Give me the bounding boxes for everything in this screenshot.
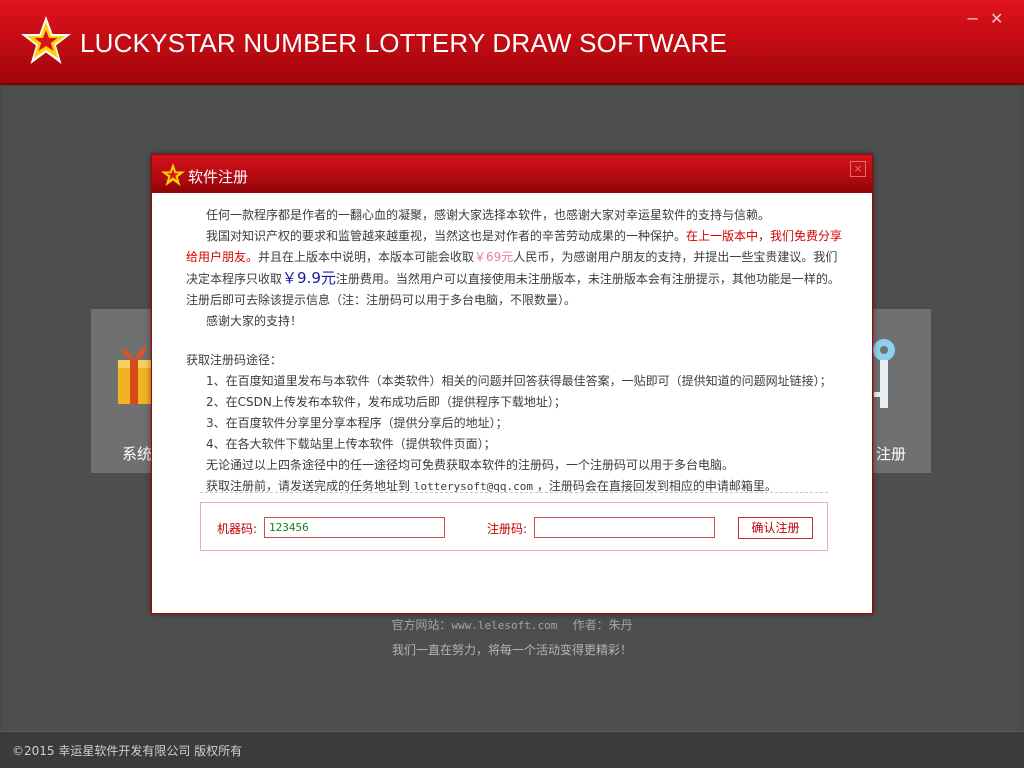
machine-code-label: 机器码: (217, 522, 258, 536)
registration-dialog: 软件注册 × 任何一款程序都是作者的一翻心血的凝聚，感谢大家选择本软件，也感谢大… (151, 154, 873, 614)
email-note: 获取注册前，请发送完成的任务地址到 lotterysoft@qq.com ，注册… (186, 476, 846, 497)
confirm-register-button[interactable]: 确认注册 (738, 517, 813, 539)
site-label: 官方网站： (391, 618, 452, 632)
dialog-title: 软件注册 (188, 168, 249, 186)
minimize-icon[interactable]: − (966, 10, 979, 28)
divider (200, 492, 828, 493)
key-icon (873, 339, 895, 408)
site-info: 官方网站：www.lelesoft.com 作者：朱丹 (0, 616, 1024, 633)
reg-code-field[interactable] (534, 517, 715, 538)
email-note-b: ，注册码会在直接回发到相应的申请邮箱里。 (533, 479, 777, 493)
intro-paragraph: 任何一款程序都是作者的一翻心血的凝聚，感谢大家选择本软件，也感谢大家对幸运星软件… (206, 208, 771, 222)
price: ￥9.9元 (282, 269, 336, 287)
pricing-paragraph: 我国对知识产权的要求和监管越来越重视，当然这也是对作者的辛苦劳动成果的一种保护。… (186, 226, 846, 311)
star-icon (161, 163, 185, 186)
way-item: 2、在CSDN上传发布本软件，发布成功后即（提供程序下载地址）； (206, 395, 566, 409)
site-url-link[interactable]: www.lelesoft.com (451, 619, 557, 632)
app-title: LUCKYSTAR NUMBER LOTTERY DRAW SOFTWARE (80, 28, 728, 58)
gift-icon (118, 347, 152, 404)
ways-title: 获取注册码途径： (186, 353, 283, 367)
title-bar: LUCKYSTAR NUMBER LOTTERY DRAW SOFTWARE −… (0, 0, 1024, 85)
author-label: 作者：朱丹 (572, 618, 633, 632)
way-item: 3、在百度软件分享里分享本程序（提供分享后的地址）； (206, 416, 508, 430)
free-note: 无论通过以上四条途径中的任一途径均可免费获取本软件的注册码，一个注册码可以用于多… (206, 458, 735, 472)
star-logo-icon (21, 16, 71, 64)
footer: ©2015 幸运星软件开发有限公司 版权所有 (0, 731, 1024, 768)
way-item: 1、在百度知道里发布与本软件（本类软件）相关的问题并回答获得最佳答案，一贴即可（… (206, 374, 832, 388)
old-price: ￥69元 (474, 250, 514, 264)
close-icon[interactable]: ✕ (990, 10, 1003, 28)
slogan: 我们一直在努力，将每一个活动变得更精彩！ (391, 643, 632, 657)
thanks-paragraph: 感谢大家的支持！ (206, 314, 303, 328)
register-tile-label: 注册 (876, 445, 907, 463)
dialog-title-bar: 软件注册 × (152, 155, 872, 193)
email-note-a: 获取注册前，请发送完成的任务地址到 (206, 479, 414, 493)
machine-code-field[interactable] (264, 517, 445, 538)
registration-form: 机器码: 注册码: 确认注册 (200, 502, 828, 551)
app-window: LUCKYSTAR NUMBER LOTTERY DRAW SOFTWARE −… (0, 0, 1024, 768)
dialog-close-icon[interactable]: × (850, 161, 866, 177)
pricing-text-b: 并且在上版本中说明，本版本可能会收取 (258, 250, 475, 264)
reg-code-label: 注册码: (487, 522, 528, 536)
system-tile-label: 系统 (122, 445, 153, 463)
dialog-content: 任何一款程序都是作者的一翻心血的凝聚，感谢大家选择本软件，也感谢大家对幸运星软件… (186, 205, 846, 497)
way-item: 4、在各大软件下载站里上传本软件（提供软件页面）； (206, 437, 496, 451)
pricing-text-a: 我国对知识产权的要求和监管越来越重视，当然这也是对作者的辛苦劳动成果的一种保护。 (206, 229, 687, 243)
copyright: ©2015 幸运星软件开发有限公司 版权所有 (12, 744, 243, 758)
